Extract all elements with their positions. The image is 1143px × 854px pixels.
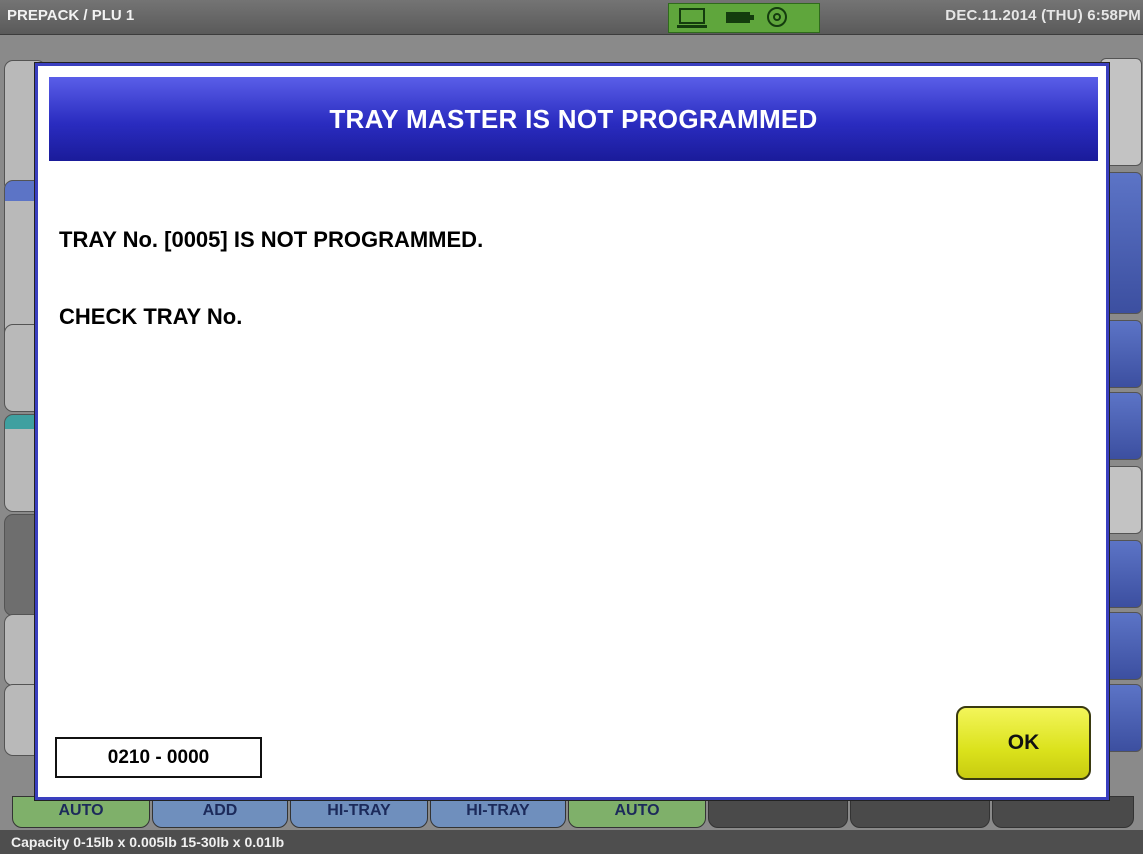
instruction-message: CHECK TRAY No. xyxy=(59,304,243,329)
tab-blank[interactable] xyxy=(992,796,1134,828)
monitor-icon xyxy=(677,8,707,28)
tab-hi-tray[interactable]: HI-TRAY xyxy=(290,796,428,828)
error-code: 0210 - 0000 xyxy=(55,737,262,778)
bottom-tab-bar: AUTO ADD HI-TRAY HI-TRAY AUTO xyxy=(0,796,1143,830)
tab-auto-2[interactable]: AUTO xyxy=(568,796,706,828)
capacity-text: Capacity 0-15lb x 0.005lb 15-30lb x 0.01… xyxy=(11,834,285,850)
error-dialog: TRAY MASTER IS NOT PROGRAMMED TRAY No. [… xyxy=(35,63,1109,800)
background-left-panel xyxy=(0,34,46,804)
tab-blank[interactable] xyxy=(708,796,848,828)
screen-title: PREPACK / PLU 1 xyxy=(7,7,135,24)
tab-add[interactable]: ADD xyxy=(152,796,288,828)
ok-button[interactable]: OK xyxy=(956,706,1091,780)
battery-icon xyxy=(726,12,754,23)
signal-icon xyxy=(767,7,787,27)
date-time: DEC.11.2014 (THU) 6:58PM xyxy=(945,7,1141,24)
status-icons xyxy=(668,3,820,33)
tab-hi-tray-2[interactable]: HI-TRAY xyxy=(430,796,566,828)
error-message: TRAY No. [0005] IS NOT PROGRAMMED. xyxy=(59,227,484,252)
dialog-title: TRAY MASTER IS NOT PROGRAMMED xyxy=(49,77,1098,161)
tab-auto[interactable]: AUTO xyxy=(12,796,150,828)
capacity-bar: Capacity 0-15lb x 0.005lb 15-30lb x 0.01… xyxy=(0,830,1143,854)
status-bar: PREPACK / PLU 1 DEC.11.2014 (THU) 6:58PM xyxy=(0,0,1143,35)
tab-blank[interactable] xyxy=(850,796,990,828)
